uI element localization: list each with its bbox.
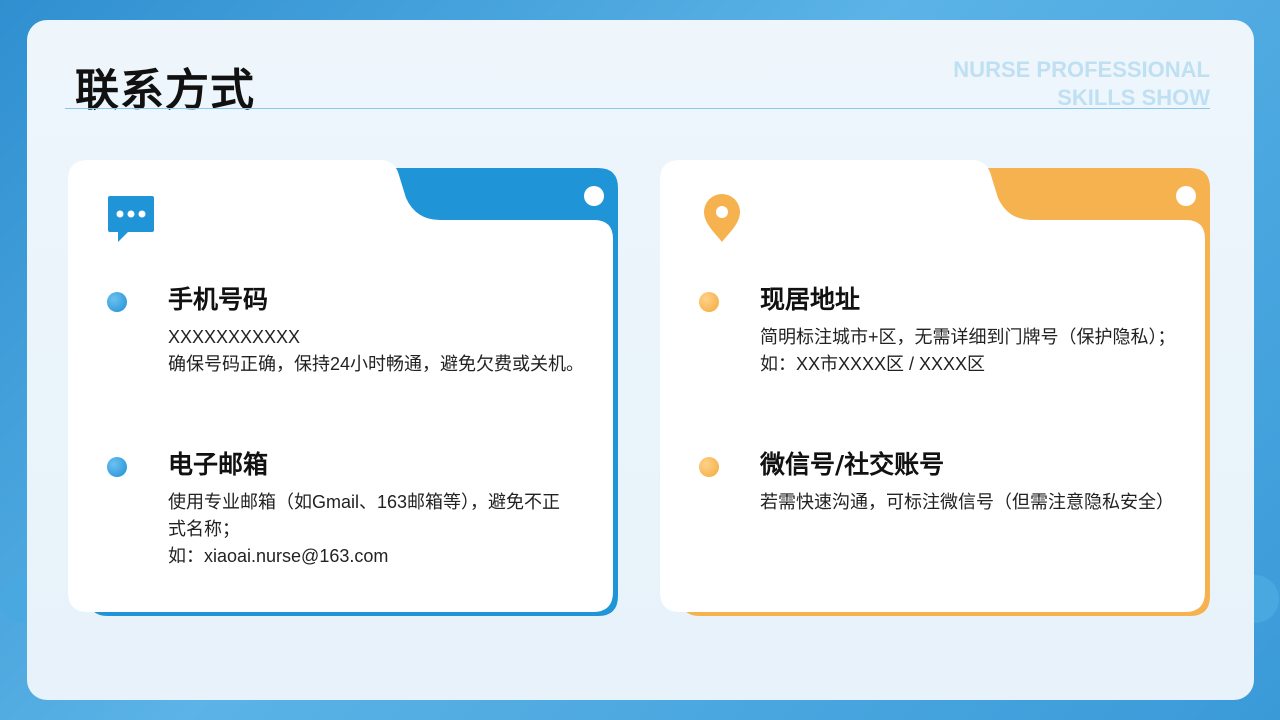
phone-line-1: XXXXXXXXXXX <box>168 327 301 347</box>
social-item: 微信号/社交账号 若需快速沟通，可标注微信号（但需注意隐私安全） <box>696 447 1196 516</box>
phone-email-card: 手机号码 XXXXXXXXXXX 确保号码正确，保持24小时畅通，避免欠费或关机… <box>68 160 618 618</box>
address-line-1: 简明标注城市+区，无需详细到门牌号（保护隐私）； <box>760 327 1176 347</box>
bullet-dot <box>699 457 719 477</box>
address-line-2: 如：XX市XXXX区 / XXXX区 <box>760 354 986 374</box>
address-heading: 现居地址 <box>760 285 861 314</box>
email-description: 使用专业邮箱（如Gmail、163邮箱等），避免不正 式名称； 如：xiaoai… <box>168 489 604 570</box>
bullet-dot <box>699 292 719 312</box>
email-line-1: 使用专业邮箱（如Gmail、163邮箱等），避免不正 <box>168 492 561 512</box>
email-heading: 电子邮箱 <box>168 450 269 479</box>
bullet-dot <box>107 457 127 477</box>
phone-description: XXXXXXXXXXX 确保号码正确，保持24小时畅通，避免欠费或关机。 <box>168 324 604 378</box>
phone-line-2: 确保号码正确，保持24小时畅通，避免欠费或关机。 <box>168 354 585 374</box>
address-item: 现居地址 简明标注城市+区，无需详细到门牌号（保护隐私）； 如：XX市XXXX区… <box>696 282 1196 378</box>
english-subtitle-line-1: NURSE PROFESSIONAL <box>953 57 1210 82</box>
social-heading: 微信号/社交账号 <box>760 450 945 479</box>
email-line-3: 如：xiaoai.nurse@163.com <box>168 546 389 566</box>
english-subtitle: NURSE PROFESSIONAL SKILLS SHOW <box>953 56 1210 112</box>
phone-heading: 手机号码 <box>168 285 269 314</box>
title-divider <box>65 108 1210 109</box>
social-description: 若需快速沟通，可标注微信号（但需注意隐私安全） <box>760 489 1196 516</box>
address-description: 简明标注城市+区，无需详细到门牌号（保护隐私）； 如：XX市XXXX区 / XX… <box>760 324 1196 378</box>
email-item: 电子邮箱 使用专业邮箱（如Gmail、163邮箱等），避免不正 式名称； 如：x… <box>104 447 604 570</box>
location-pin-icon <box>696 192 748 244</box>
email-line-2: 式名称； <box>168 519 240 539</box>
bullet-dot <box>107 292 127 312</box>
chat-bubble-icon <box>104 192 156 244</box>
phone-item: 手机号码 XXXXXXXXXXX 确保号码正确，保持24小时畅通，避免欠费或关机… <box>104 282 604 378</box>
social-line-1: 若需快速沟通，可标注微信号（但需注意隐私安全） <box>760 492 1174 512</box>
address-social-card: 现居地址 简明标注城市+区，无需详细到门牌号（保护隐私）； 如：XX市XXXX区… <box>660 160 1210 618</box>
